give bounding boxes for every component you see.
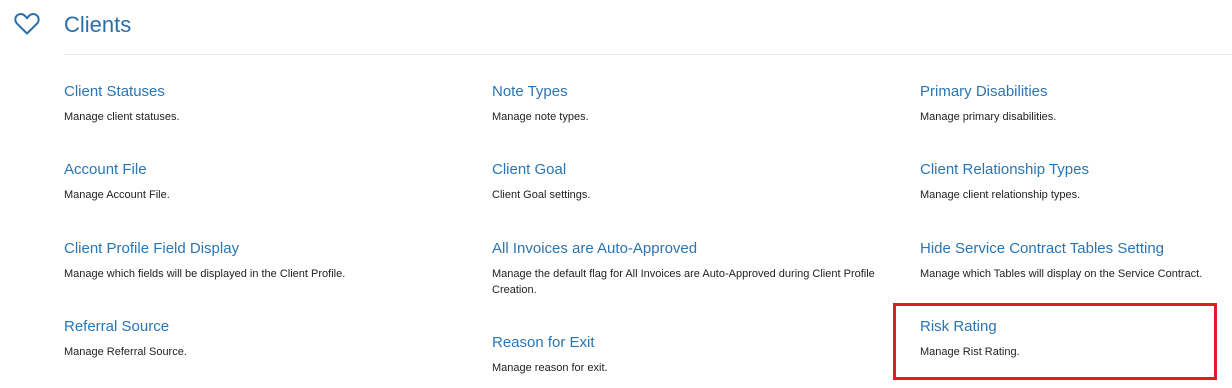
settings-item-hide-service-contract-tables: Hide Service Contract Tables Setting Man… (920, 239, 1232, 282)
settings-item-note-types: Note Types Manage note types. (492, 82, 892, 125)
settings-item-all-invoices-auto-approved: All Invoices are Auto-Approved Manage th… (492, 239, 887, 298)
settings-item-client-goal: Client Goal Client Goal settings. (492, 160, 892, 203)
account-file-link[interactable]: Account File (64, 160, 464, 180)
referral-source-description: Manage Referral Source. (64, 346, 187, 358)
risk-rating-description: Manage Rist Rating. (920, 346, 1020, 358)
hide-service-contract-tables-link[interactable]: Hide Service Contract Tables Setting (920, 239, 1232, 259)
page-title: Clients (64, 12, 132, 37)
reason-for-exit-description: Manage reason for exit. (492, 362, 608, 374)
note-types-link[interactable]: Note Types (492, 82, 892, 102)
client-profile-field-display-link[interactable]: Client Profile Field Display (64, 239, 464, 259)
settings-item-reason-for-exit: Reason for Exit Manage reason for exit. (492, 333, 892, 376)
settings-item-risk-rating: Risk Rating Manage Rist Rating. (920, 317, 1210, 360)
settings-item-client-relationship-types: Client Relationship Types Manage client … (920, 160, 1232, 203)
hide-service-contract-tables-description: Manage which Tables will display on the … (920, 268, 1203, 280)
client-statuses-link[interactable]: Client Statuses (64, 82, 464, 102)
note-types-description: Manage note types. (492, 111, 589, 123)
header-divider (64, 54, 1232, 55)
settings-item-referral-source: Referral Source Manage Referral Source. (64, 317, 464, 360)
settings-item-account-file: Account File Manage Account File. (64, 160, 464, 203)
client-statuses-description: Manage client statuses. (64, 111, 180, 123)
primary-disabilities-description: Manage primary disabilities. (920, 111, 1057, 123)
heart-icon (14, 13, 40, 35)
all-invoices-auto-approved-link[interactable]: All Invoices are Auto-Approved (492, 239, 887, 259)
referral-source-link[interactable]: Referral Source (64, 317, 464, 337)
client-profile-field-display-description: Manage which fields will be displayed in… (64, 268, 346, 280)
settings-item-client-profile-field-display: Client Profile Field Display Manage whic… (64, 239, 464, 282)
account-file-description: Manage Account File. (64, 189, 170, 201)
primary-disabilities-link[interactable]: Primary Disabilities (920, 82, 1232, 102)
reason-for-exit-link[interactable]: Reason for Exit (492, 333, 892, 353)
all-invoices-auto-approved-description: Manage the default flag for All Invoices… (492, 268, 875, 296)
settings-item-primary-disabilities: Primary Disabilities Manage primary disa… (920, 82, 1232, 125)
client-goal-description: Client Goal settings. (492, 189, 591, 201)
settings-item-client-statuses: Client Statuses Manage client statuses. (64, 82, 464, 125)
client-relationship-types-description: Manage client relationship types. (920, 189, 1081, 201)
risk-rating-link[interactable]: Risk Rating (920, 317, 1210, 337)
client-relationship-types-link[interactable]: Client Relationship Types (920, 160, 1232, 180)
client-goal-link[interactable]: Client Goal (492, 160, 892, 180)
